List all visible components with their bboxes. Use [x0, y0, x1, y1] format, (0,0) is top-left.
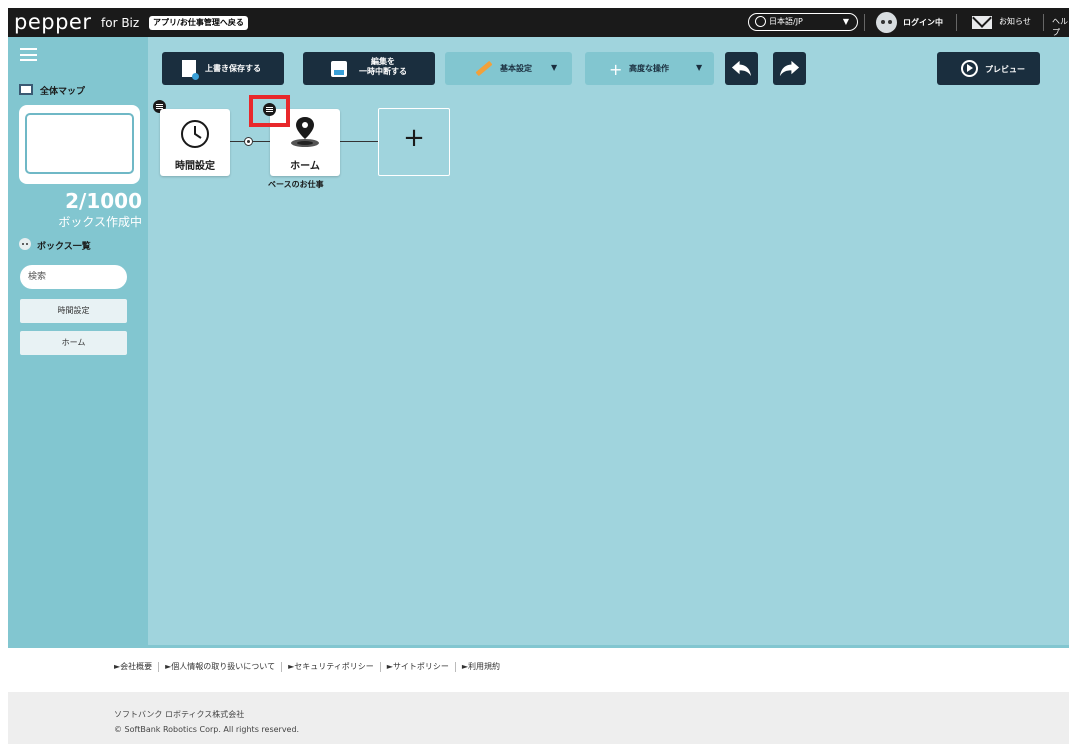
overall-map-preview[interactable]: [19, 105, 140, 184]
basic-settings-label: 基本設定: [500, 64, 532, 73]
preview-label: プレビュー: [985, 65, 1025, 74]
dropdown-arrow-icon: ▼: [551, 63, 558, 72]
node-label: 時間設定: [175, 161, 215, 172]
pepper-logo: pepper: [14, 10, 92, 34]
box-count-label: ボックス作成中: [58, 215, 142, 229]
redo-icon: [779, 60, 800, 77]
connector-line: [230, 141, 244, 142]
footer-link-security[interactable]: ►セキュリティポリシー: [288, 662, 374, 671]
connector-joint[interactable]: [244, 137, 253, 146]
connector-line: [340, 141, 378, 142]
undo-icon: [731, 60, 752, 77]
overwrite-save-button[interactable]: 上書き保存する: [162, 52, 284, 85]
divider: [1043, 14, 1044, 31]
globe-icon: [755, 16, 766, 27]
redo-button[interactable]: [773, 52, 806, 85]
footer-link-terms[interactable]: ►利用規約: [462, 662, 500, 671]
divider: [379, 661, 381, 672]
divider: [158, 661, 160, 672]
language-value: 日本語/JP: [769, 17, 803, 26]
suspend-editing-button[interactable]: 編集を 一時中断する: [303, 52, 435, 85]
flow-node-time-setting[interactable]: 時間設定: [160, 109, 230, 176]
sidebar: 全体マップ 2/1000 ボックス作成中 ボックス一覧 時間設定 ホーム: [8, 37, 148, 645]
advanced-operations-dropdown[interactable]: + 高度な操作 ▼: [585, 52, 714, 85]
box-list-item[interactable]: 時間設定: [20, 299, 127, 323]
robot-user-icon[interactable]: [876, 12, 897, 33]
divider: [956, 14, 957, 31]
footer-link-site-policy[interactable]: ►サイトポリシー: [387, 662, 449, 671]
map-monitor-icon: [19, 84, 33, 95]
top-bar: pepper for Biz アプリ/お仕事管理へ戻る 日本語/JP ▼ ログイ…: [8, 8, 1069, 37]
divider: [281, 661, 283, 672]
company-name: ソフトバンク ロボティクス株式会社: [114, 710, 245, 719]
add-plus-icon: +: [403, 123, 425, 153]
highlight-box: [249, 95, 290, 127]
box-list-item[interactable]: ホーム: [20, 331, 127, 355]
suspend-label-line2: 一時中断する: [359, 67, 407, 76]
floppy-disk-icon: [331, 61, 347, 77]
language-select[interactable]: 日本語/JP ▼: [748, 13, 858, 31]
news-link[interactable]: お知らせ: [999, 16, 1031, 27]
login-status[interactable]: ログイン中: [903, 17, 943, 28]
box-count: 2/1000: [65, 189, 142, 213]
footer-links: ►会社概要 ►個人情報の取り扱いについて ►セキュリティポリシー ►サイトポリシー ►利…: [114, 661, 500, 672]
canvas-border: [8, 645, 1069, 648]
hamburger-menu-icon[interactable]: [20, 48, 37, 61]
copyright: © SoftBank Robotics Corp. All rights res…: [114, 725, 300, 734]
suspend-label-line1: 編集を: [371, 57, 395, 66]
advanced-label: 高度な操作: [629, 64, 669, 73]
node-label: ホーム: [290, 161, 320, 172]
node-caption: ベースのお仕事: [268, 180, 324, 189]
robot-face-icon: [19, 238, 31, 250]
logo-subtitle: for Biz: [101, 16, 140, 30]
box-list-title: ボックス一覧: [37, 242, 91, 252]
document-save-icon: [182, 60, 199, 80]
add-box-button[interactable]: +: [378, 108, 450, 176]
footer-link-privacy[interactable]: ►個人情報の取り扱いについて: [165, 662, 275, 671]
divider: [454, 661, 456, 672]
preview-button[interactable]: プレビュー: [937, 52, 1040, 85]
back-to-app-management-button[interactable]: アプリ/お仕事管理へ戻る: [149, 16, 248, 30]
connector-line: [253, 141, 270, 142]
basic-settings-dropdown[interactable]: 基本設定 ▼: [445, 52, 572, 85]
footer: ソフトバンク ロボティクス株式会社 © SoftBank Robotics Co…: [8, 692, 1069, 744]
save-label: 上書き保存する: [205, 64, 261, 73]
help-link[interactable]: ヘルプ: [1052, 16, 1069, 38]
location-pin-icon: [291, 117, 319, 147]
suspend-label: 編集を 一時中断する: [359, 57, 407, 77]
overall-map-title: 全体マップ: [40, 87, 86, 97]
undo-button[interactable]: [725, 52, 758, 85]
clock-icon: [181, 120, 209, 148]
plus-icon: +: [609, 60, 623, 79]
dropdown-arrow-icon: ▼: [842, 17, 849, 26]
play-icon: [961, 60, 978, 77]
footer-link-company[interactable]: ►会社概要: [114, 662, 152, 671]
dropdown-arrow-icon: ▼: [696, 63, 703, 72]
box-search-input[interactable]: [20, 265, 127, 289]
pencil-icon: [475, 60, 493, 77]
divider: [864, 14, 865, 31]
mail-icon[interactable]: [972, 16, 992, 29]
flow-canvas[interactable]: 上書き保存する 編集を 一時中断する 基本設定 ▼ + 高度な操作 ▼ プレビュ…: [148, 37, 1069, 645]
map-viewport[interactable]: [25, 113, 134, 174]
